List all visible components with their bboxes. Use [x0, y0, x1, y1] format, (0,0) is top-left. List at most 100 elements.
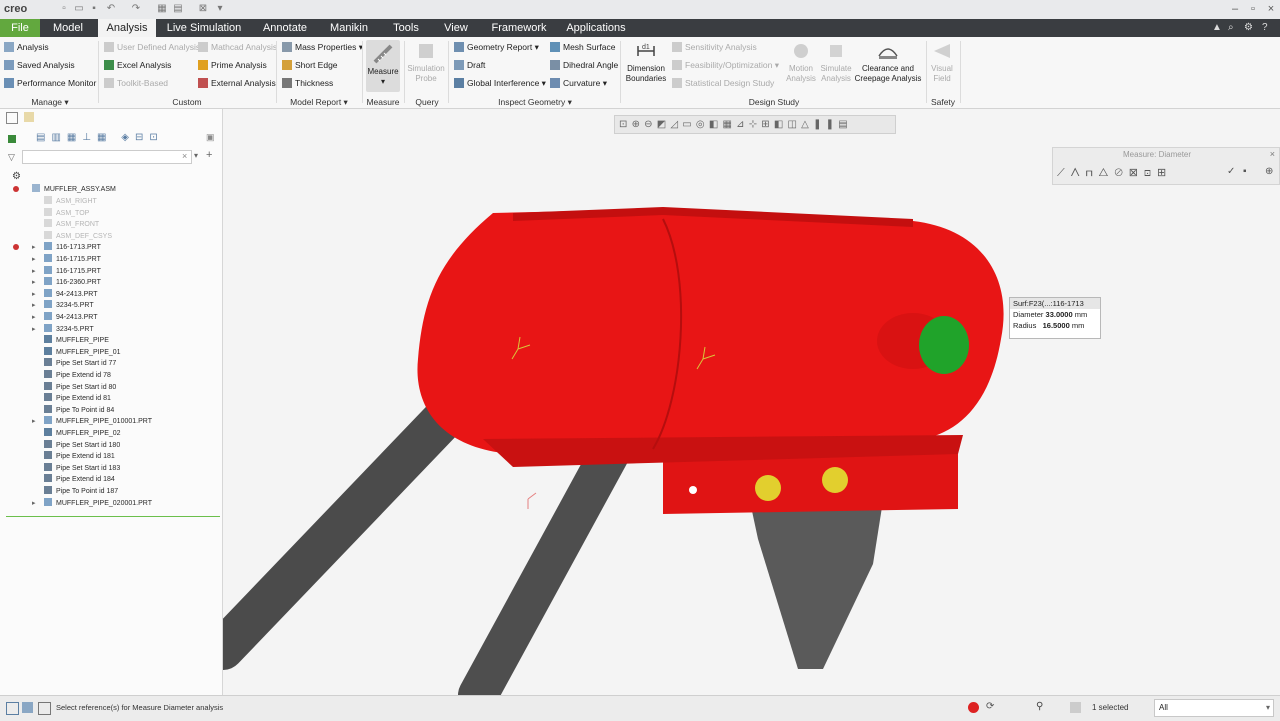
- group-inspect-geometry[interactable]: Inspect Geometry ▾: [490, 97, 580, 108]
- simulation-probe-button[interactable]: Simulation Probe: [406, 40, 446, 84]
- save-measure-icon[interactable]: ▪: [1243, 166, 1247, 177]
- undo-icon[interactable]: ↶: [105, 3, 117, 15]
- error-icon[interactable]: [968, 702, 979, 713]
- tree-item[interactable]: 94-2413.PRT: [44, 312, 98, 324]
- regen-status-icon[interactable]: ⟳: [986, 701, 994, 712]
- clear-search-icon[interactable]: ×: [182, 151, 187, 161]
- tree-display-icon[interactable]: ⚙: [12, 172, 22, 182]
- tree-item[interactable]: 116-2360.PRT: [44, 277, 101, 289]
- prime-analysis-button[interactable]: Prime Analysis: [198, 58, 267, 72]
- expand-icon[interactable]: ▸: [32, 498, 36, 510]
- saved-analysis-button[interactable]: Saved Analysis: [4, 58, 75, 72]
- measure-type-toolbar[interactable]: ⟋⋀⊓△⊘⊠⊡⊞: [1057, 166, 1172, 180]
- tree-root[interactable]: MUFFLER_ASSY.ASM: [32, 184, 116, 196]
- show-browser-icon[interactable]: [22, 702, 33, 713]
- tree-item[interactable]: MUFFLER_PIPE: [44, 335, 109, 347]
- dimension-boundaries-button[interactable]: d1 Dimension Boundaries: [624, 40, 668, 84]
- minimize-icon[interactable]: –: [1228, 2, 1242, 16]
- collapse-ribbon-icon[interactable]: ▲: [1212, 22, 1222, 33]
- help-icon[interactable]: ?: [1262, 22, 1268, 33]
- tree-item[interactable]: 3234-5.PRT: [44, 300, 94, 312]
- mathcad-analysis-button[interactable]: Mathcad Analysis: [198, 40, 277, 54]
- tree-item[interactable]: 116-1713.PRT: [44, 242, 101, 254]
- mass-properties-button[interactable]: Mass Properties ▾: [282, 40, 363, 54]
- curvature-button[interactable]: Curvature ▾: [550, 76, 607, 90]
- tree-item[interactable]: Pipe To Point id 187: [44, 486, 118, 498]
- accept-icon[interactable]: ✓: [1227, 166, 1235, 177]
- measure-callout[interactable]: Surf:F23(...:116-1713 Diameter 33.0000 m…: [1009, 297, 1101, 339]
- selection-icon[interactable]: [1070, 702, 1081, 713]
- tree-item[interactable]: ASM_RIGHT: [44, 196, 97, 208]
- binoculars-icon[interactable]: ⚲: [1036, 701, 1043, 712]
- sensitivity-analysis-button[interactable]: Sensitivity Analysis: [672, 40, 757, 54]
- maximize-icon[interactable]: ▫: [1246, 2, 1260, 16]
- performance-monitor-button[interactable]: Performance Monitor: [4, 76, 96, 90]
- dihedral-angle-button[interactable]: Dihedral Angle: [550, 58, 618, 72]
- short-edge-button[interactable]: Short Edge: [282, 58, 338, 72]
- close-icon[interactable]: ×: [1264, 2, 1278, 16]
- expand-icon[interactable]: ▸: [32, 416, 36, 428]
- external-analysis-button[interactable]: External Analysis: [198, 76, 276, 90]
- expand-icon[interactable]: ▸: [32, 277, 36, 289]
- group-model-report[interactable]: Model Report ▾: [284, 97, 354, 108]
- settings-icon[interactable]: ⚙: [1244, 22, 1253, 33]
- expand-icon[interactable]: ▸: [32, 324, 36, 336]
- tree-item[interactable]: 116-1715.PRT: [44, 254, 101, 266]
- tab-framework[interactable]: Framework: [488, 19, 550, 37]
- tab-live-simulation[interactable]: Live Simulation: [164, 19, 244, 37]
- tree-item[interactable]: Pipe Set Start id 77: [44, 358, 116, 370]
- open-file-icon[interactable]: ▭: [73, 3, 85, 15]
- draft-button[interactable]: Draft: [454, 58, 485, 72]
- model-tree-tab-icon[interactable]: [6, 112, 18, 124]
- tab-annotate[interactable]: Annotate: [257, 19, 313, 37]
- add-filter-icon[interactable]: +: [206, 149, 212, 161]
- tab-model[interactable]: Model: [46, 19, 90, 37]
- tab-view[interactable]: View: [440, 19, 472, 37]
- expand-icon[interactable]: ▸: [32, 254, 36, 266]
- group-manage[interactable]: Manage ▾: [28, 97, 72, 108]
- visual-field-button[interactable]: Visual Field: [928, 40, 956, 84]
- tab-file[interactable]: File: [0, 19, 40, 37]
- panel-menu-icon[interactable]: ⊕: [1265, 166, 1273, 177]
- tab-applications[interactable]: Applications: [564, 19, 628, 37]
- search-icon[interactable]: ⌕: [1228, 22, 1234, 33]
- expand-icon[interactable]: ▸: [32, 242, 36, 254]
- thickness-button[interactable]: Thickness: [282, 76, 333, 90]
- feasibility-optimization-button[interactable]: Feasibility/Optimization ▾: [672, 58, 779, 72]
- tree-item[interactable]: Pipe Extend id 78: [44, 370, 111, 382]
- tab-analysis[interactable]: Analysis: [98, 19, 156, 37]
- filter-icon[interactable]: ▽: [8, 153, 16, 162]
- measure-button[interactable]: Measure ▾: [366, 40, 400, 92]
- tab-manikin[interactable]: Manikin: [326, 19, 372, 37]
- expand-icon[interactable]: ▸: [32, 300, 36, 312]
- tree-item[interactable]: Pipe Extend id 181: [44, 451, 115, 463]
- tree-item[interactable]: MUFFLER_PIPE_010001.PRT: [44, 416, 152, 428]
- analysis-button[interactable]: Analysis: [4, 40, 49, 54]
- statistical-design-study-button[interactable]: Statistical Design Study: [672, 76, 774, 90]
- excel-analysis-button[interactable]: Excel Analysis: [104, 58, 171, 72]
- filter-select[interactable]: All ▾: [1154, 699, 1274, 717]
- tree-item[interactable]: Pipe Extend id 184: [44, 474, 115, 486]
- folder-tab-icon[interactable]: [24, 112, 34, 122]
- geometry-report-button[interactable]: Geometry Report ▾: [454, 40, 539, 54]
- windows-icon[interactable]: ▤: [172, 3, 184, 15]
- regenerate-icon[interactable]: ▦: [156, 3, 168, 15]
- show-navigator-icon[interactable]: [6, 702, 19, 715]
- user-defined-analysis-button[interactable]: User Defined Analysis: [104, 40, 200, 54]
- simulate-analysis-button[interactable]: Simulate Analysis: [818, 40, 854, 84]
- expand-icon[interactable]: ▸: [32, 312, 36, 324]
- close-window-icon[interactable]: ⊠: [197, 3, 209, 15]
- global-interference-button[interactable]: Global Interference ▾: [454, 76, 546, 90]
- mesh-surface-button[interactable]: Mesh Surface: [550, 40, 615, 54]
- save-icon[interactable]: ▪: [88, 3, 100, 15]
- toolkit-based-button[interactable]: Toolkit-Based: [104, 76, 168, 90]
- search-dropdown-icon[interactable]: ▾: [194, 151, 198, 160]
- tree-toolbar[interactable]: ▤▥▦⊥▦ ◈⊟⊡: [36, 132, 186, 144]
- customize-icon[interactable]: ▾: [214, 3, 226, 15]
- graphics-window[interactable]: ⊡⊕⊖◩◿▭◎◧▦⊿⊹⊞◧◫△❚❚▤ Surf:F23(...:116-1713…: [223, 109, 1280, 695]
- tree-settings-icon[interactable]: ▣: [206, 132, 216, 142]
- show-icon[interactable]: [8, 135, 16, 143]
- tree-item[interactable]: ASM_FRONT: [44, 219, 99, 231]
- clearance-creepage-button[interactable]: Clearance and Creepage Analysis: [854, 40, 922, 84]
- full-screen-icon[interactable]: [38, 702, 51, 715]
